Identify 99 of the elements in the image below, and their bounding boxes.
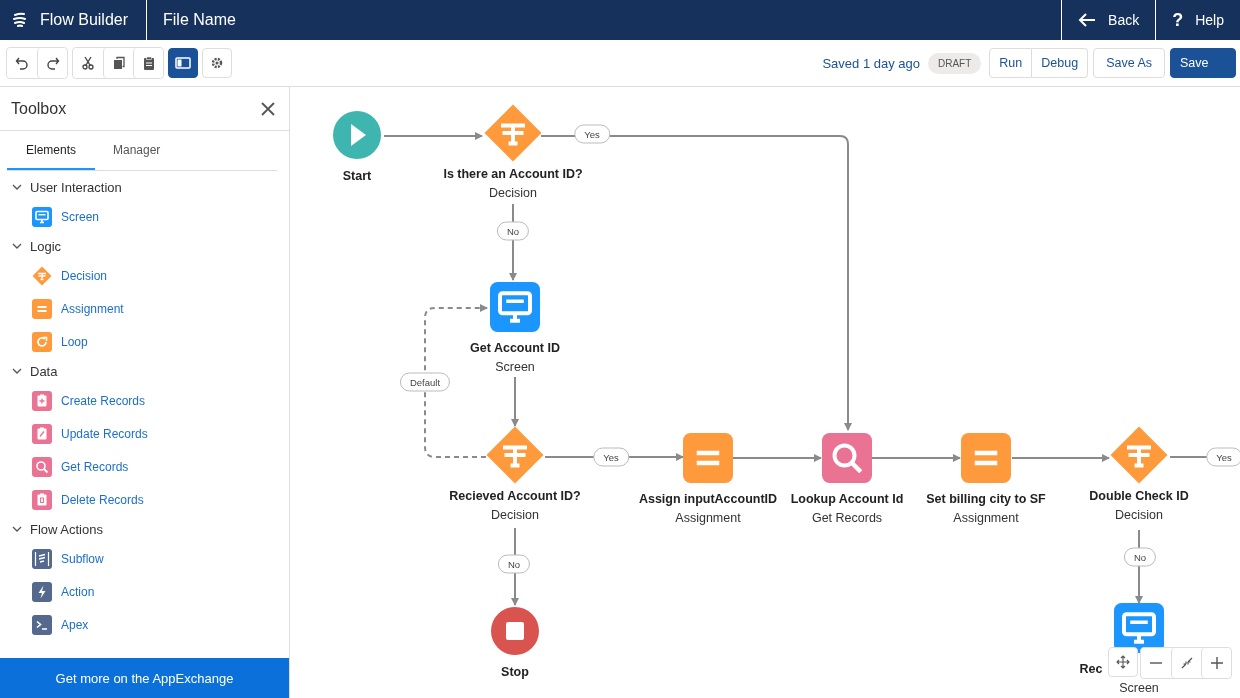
section-header[interactable]: Data	[0, 358, 58, 384]
close-button[interactable]	[259, 99, 277, 118]
copy-icon	[111, 56, 126, 70]
clipboard-icon	[141, 56, 156, 70]
plus-icon	[1209, 656, 1224, 670]
clipboard-icon	[32, 423, 52, 444]
element-item[interactable]: Action	[61, 584, 95, 599]
clipboard-icon	[32, 390, 52, 411]
equals-icon	[32, 298, 52, 319]
lightning-icon	[32, 581, 52, 602]
node-name: Double Check ID	[1089, 489, 1189, 503]
chevron-icon	[12, 241, 22, 251]
node-name: Set billing city to SF	[926, 492, 1046, 506]
connector-arrow	[511, 376, 519, 427]
chevron-icon	[12, 524, 22, 534]
save-button[interactable]: Save	[1170, 48, 1236, 78]
toolbar-button[interactable]: Run	[989, 48, 1033, 78]
section-header[interactable]: User Interaction	[0, 174, 122, 200]
node-type: Decision	[491, 508, 539, 522]
decision-icon	[32, 265, 52, 286]
flow-logo-icon	[12, 12, 28, 28]
element-item[interactable]: Delete Records	[61, 492, 144, 507]
back-button[interactable]: Back	[1061, 0, 1156, 40]
panel-tab[interactable]: Manager	[95, 131, 179, 170]
section-header[interactable]: Flow Actions	[0, 516, 103, 542]
node-type: Assignment	[675, 511, 741, 525]
toolbar-button[interactable]: Save As	[1093, 48, 1165, 78]
toolbar-button[interactable]: Debug	[1032, 48, 1089, 78]
node-name: Is there an Account ID?	[443, 167, 583, 181]
save-status: Saved 1 day ago	[822, 55, 920, 71]
question-icon: ?	[1172, 9, 1184, 31]
search-icon	[32, 456, 52, 477]
stop-icon[interactable]	[491, 607, 539, 655]
paste-button[interactable]	[133, 48, 163, 78]
connector-label: Yes	[1206, 447, 1240, 467]
move-icon	[1116, 655, 1130, 669]
panel-title: Toolbox	[11, 99, 67, 118]
pan-button[interactable]	[1108, 647, 1138, 677]
back-arrow-icon	[1078, 13, 1097, 27]
close-icon	[261, 101, 275, 116]
file-name: File Name	[163, 11, 236, 29]
element-item[interactable]: Subflow	[61, 551, 104, 566]
loop-icon	[32, 331, 52, 352]
connector-label: Yes	[574, 124, 610, 144]
element-item[interactable]: Create Records	[61, 393, 146, 408]
node-name: Start	[342, 169, 372, 183]
app-title: Flow Builder	[40, 11, 129, 29]
element-item[interactable]: Update Records	[61, 426, 148, 441]
element-item[interactable]: Apex	[61, 617, 89, 632]
decision-icon	[483, 103, 543, 163]
element-item[interactable]: Assignment	[61, 301, 124, 316]
node-name: Recieved Account ID?	[449, 489, 581, 503]
clipboard-icon	[32, 489, 52, 510]
node-name: Assign inputAccountID	[638, 492, 778, 506]
element-item[interactable]: Loop	[61, 334, 88, 349]
node-name: Stop	[501, 665, 529, 679]
equals-icon	[683, 433, 733, 483]
terminal-icon	[32, 614, 52, 635]
panel-tab[interactable]: Elements	[7, 131, 95, 170]
redo-icon	[45, 56, 60, 70]
appexchange-button[interactable]: Get more on the AppExchange	[0, 658, 289, 698]
node-type: Assignment	[953, 511, 1019, 525]
connector-label: Yes	[593, 447, 629, 467]
zoom-in-button[interactable]	[1201, 648, 1231, 678]
draft-badge: DRAFT	[928, 52, 982, 74]
collapse-icon	[1179, 656, 1194, 670]
decision-icon	[1109, 425, 1169, 485]
node-type: Screen	[495, 360, 535, 374]
subflow-icon	[32, 548, 52, 569]
toggle-panel-button[interactable]	[168, 48, 198, 78]
connector-label: No	[497, 554, 531, 574]
connector-label: Default	[399, 372, 451, 392]
node-type: Screen	[1119, 681, 1159, 695]
node-name: Get Account ID	[470, 341, 560, 355]
connector-label: No	[1123, 547, 1157, 567]
node-type: Decision	[489, 186, 537, 200]
node-name: Lookup Account Id	[790, 492, 904, 506]
screen-icon	[490, 282, 540, 332]
settings-icon	[210, 56, 224, 70]
chevron-icon	[12, 182, 22, 192]
search-icon	[822, 433, 872, 483]
decision-icon	[485, 425, 545, 485]
section-header[interactable]: Logic	[0, 233, 62, 259]
node-type: Decision	[1115, 508, 1163, 522]
panel-icon	[175, 57, 191, 69]
connector-label: No	[496, 221, 530, 241]
chevron-icon	[12, 366, 22, 376]
settings-button[interactable]	[202, 48, 232, 78]
node-name: Rec	[1079, 662, 1103, 676]
element-item[interactable]: Screen	[61, 209, 100, 224]
screen-icon	[32, 206, 52, 227]
redo-button[interactable]	[37, 48, 67, 78]
element-item[interactable]: Get Records	[61, 459, 129, 474]
scissors-icon	[81, 56, 95, 70]
element-item[interactable]: Decision	[61, 268, 108, 283]
undo-icon	[15, 56, 29, 70]
node-type: Get Records	[811, 511, 883, 525]
equals-icon	[961, 433, 1011, 483]
help-button[interactable]: ? Help	[1155, 0, 1240, 40]
